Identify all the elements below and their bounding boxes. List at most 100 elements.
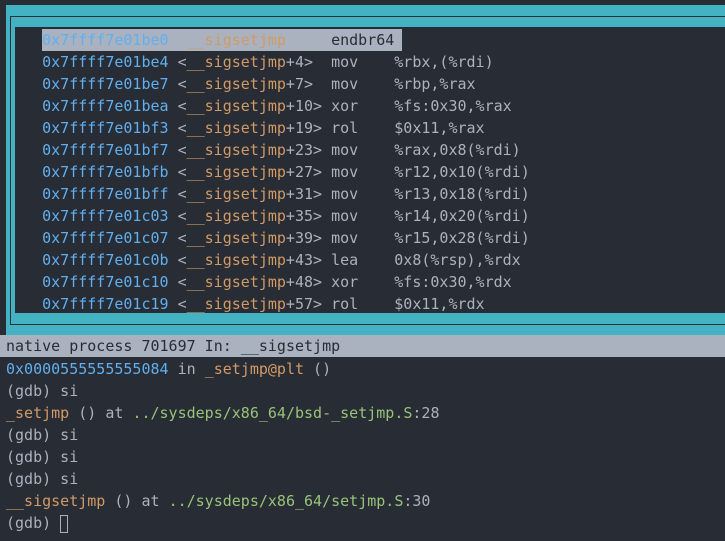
mnemonic: endbr64: [331, 31, 395, 49]
symbol-bracket: <: [177, 97, 187, 115]
asm-row[interactable]: 0x7ffff7e01bf7 < __sigsetjmp +23 > mov %rax,0x…: [15, 139, 725, 161]
console-line: (gdb) si: [6, 426, 79, 444]
disassembly-pane[interactable]: >0x7ffff7e01be0 < __sigsetjmp > endbr64 0x7ff…: [15, 27, 725, 313]
instruction-address: 0x7ffff7e01bf7: [42, 141, 169, 159]
mnemonic: rol: [331, 295, 359, 313]
symbol-name: __sigsetjmp: [186, 163, 286, 181]
symbol-bracket: >: [313, 273, 323, 291]
source-path: ../sysdeps/x86_64/setjmp.S: [168, 492, 404, 510]
instruction-address: 0x7ffff7e01bfb: [42, 163, 169, 181]
symbol-bracket: >: [303, 53, 314, 71]
source-path: ../sysdeps/x86_64/bsd-_setjmp.S: [132, 404, 413, 422]
mnemonic: mov: [331, 185, 359, 203]
asm-row[interactable]: 0x7ffff7e01be7 < __sigsetjmp +7 > mov %rbp,%ra…: [15, 73, 725, 95]
symbol-bracket: >: [313, 185, 323, 203]
symbol-name: __sigsetjmp: [186, 119, 286, 137]
symbol-name: __sigsetjmp: [186, 185, 286, 203]
symbol-bracket: >: [313, 229, 323, 247]
symbol-name: __sigsetjmp: [186, 229, 286, 247]
function-name: _setjmp: [6, 404, 70, 422]
asm-row[interactable]: >0x7ffff7e01be0 < __sigsetjmp > endbr64: [15, 29, 725, 51]
asm-row[interactable]: 0x7ffff7e01c03 < __sigsetjmp +35 > mov %r14,0x…: [15, 205, 725, 227]
mnemonic: lea: [331, 251, 359, 269]
instruction-address: 0x7ffff7e01c03: [42, 207, 169, 225]
console-line: (gdb) si: [6, 382, 79, 400]
function-name: _setjmp@plt: [204, 360, 305, 378]
symbol-offset: +23: [285, 141, 314, 159]
operands: %fs:0x30,%rax: [394, 97, 512, 115]
operands: %r15,0x28(%rdi): [394, 229, 530, 247]
symbol-name: __sigsetjmp: [186, 31, 286, 49]
asm-row[interactable]: 0x7ffff7e01bf3 < __sigsetjmp +19 > rol $0x11,%…: [15, 117, 725, 139]
operands: %rax,0x8(%rdi): [394, 141, 521, 159]
operands: %r14,0x20(%rdi): [394, 207, 530, 225]
asm-row[interactable]: 0x7ffff7e01be4 < __sigsetjmp +4 > mov %rbx,(%r…: [15, 51, 725, 73]
operands: 0x8(%rsp),%rdx: [394, 251, 521, 269]
mnemonic: mov: [331, 53, 359, 71]
symbol-offset: +10: [285, 97, 314, 115]
operands: $0x11,%rdx: [394, 295, 485, 313]
mnemonic: xor: [331, 97, 359, 115]
command-input[interactable]: (gdb): [6, 512, 69, 534]
asm-row[interactable]: 0x7ffff7e01bff < __sigsetjmp +31 > mov %r13,0x…: [15, 183, 725, 205]
symbol-bracket: <: [177, 207, 187, 225]
symbol-bracket: <: [177, 295, 187, 313]
symbol-bracket: <: [177, 273, 187, 291]
symbol-offset: +19: [285, 119, 314, 137]
operands: $0x11,%rax: [394, 119, 485, 137]
mnemonic: mov: [331, 163, 359, 181]
symbol-bracket: >: [313, 119, 323, 137]
asm-row[interactable]: 0x7ffff7e01c0b < __sigsetjmp +43 > lea 0x8(%rs…: [15, 249, 725, 271]
symbol-offset: +48: [285, 273, 314, 291]
symbol-bracket: >: [313, 163, 323, 181]
instruction-address: 0x7ffff7e01bff: [42, 185, 169, 203]
status-bar: native process 701697 In: __sigsetjmp: [0, 335, 725, 357]
instruction-address: 0x7ffff7e01be0: [42, 31, 169, 49]
instruction-address: 0x7ffff7e01be4: [42, 53, 169, 71]
mnemonic: mov: [331, 229, 359, 247]
asm-row[interactable]: 0x7ffff7e01c10 < __sigsetjmp +48 > xor %fs:0x3…: [15, 271, 725, 293]
instruction-address: 0x7ffff7e01c07: [42, 229, 169, 247]
symbol-offset: +35: [285, 207, 314, 225]
mnemonic: mov: [331, 207, 359, 225]
console-line: __sigsetjmp () at ../sysdeps/x86_64/setj…: [6, 492, 431, 510]
asm-row[interactable]: 0x7ffff7e01bfb < __sigsetjmp +27 > mov %r12,0x…: [15, 161, 725, 183]
symbol-name: __sigsetjmp: [186, 295, 286, 313]
asm-row[interactable]: 0x7ffff7e01c07 < __sigsetjmp +39 > mov %r15,0x…: [15, 227, 725, 249]
operands: %r12,0x10(%rdi): [394, 163, 530, 181]
symbol-offset: +7: [285, 75, 304, 93]
mnemonic: mov: [331, 141, 359, 159]
current-instruction-marker: >: [33, 31, 43, 49]
instruction-address: 0x7ffff7e01c19: [42, 295, 169, 313]
symbol-name: __sigsetjmp: [186, 141, 286, 159]
mnemonic: mov: [331, 75, 359, 93]
symbol-bracket: >: [313, 295, 323, 313]
symbol-bracket: <: [177, 141, 187, 159]
console-line: 0x0000555555555084 in _setjmp@plt (): [6, 360, 332, 378]
symbol-bracket: <: [177, 251, 187, 269]
symbol-bracket: >: [313, 251, 323, 269]
symbol-name: __sigsetjmp: [186, 75, 286, 93]
symbol-name: __sigsetjmp: [186, 207, 286, 225]
operands: %rbp,%rax: [394, 75, 476, 93]
symbol-bracket: >: [313, 207, 323, 225]
symbol-bracket: >: [313, 141, 323, 159]
symbol-bracket: >: [285, 31, 295, 49]
symbol-bracket: <: [177, 229, 187, 247]
instruction-address: 0x7ffff7e01bea: [42, 97, 169, 115]
instruction-address: 0x7ffff7e01c0b: [42, 251, 169, 269]
symbol-name: __sigsetjmp: [186, 273, 286, 291]
symbol-bracket: <: [177, 75, 187, 93]
instruction-address: 0x7ffff7e01bf3: [42, 119, 169, 137]
symbol-bracket: >: [303, 75, 314, 93]
asm-row[interactable]: 0x7ffff7e01bea < __sigsetjmp +10 > xor %fs:0x3…: [15, 95, 725, 117]
symbol-bracket: >: [313, 97, 323, 115]
symbol-name: __sigsetjmp: [186, 97, 286, 115]
symbol-offset: +4: [285, 53, 304, 71]
console-line: (gdb) si: [6, 448, 79, 466]
address: 0x0000555555555084: [6, 360, 169, 378]
mnemonic: rol: [331, 119, 359, 137]
operands: %rbx,(%rdi): [394, 53, 494, 71]
asm-row[interactable]: 0x7ffff7e01c19 < __sigsetjmp +57 > rol $0x11,%…: [15, 293, 725, 315]
symbol-offset: +39: [285, 229, 314, 247]
